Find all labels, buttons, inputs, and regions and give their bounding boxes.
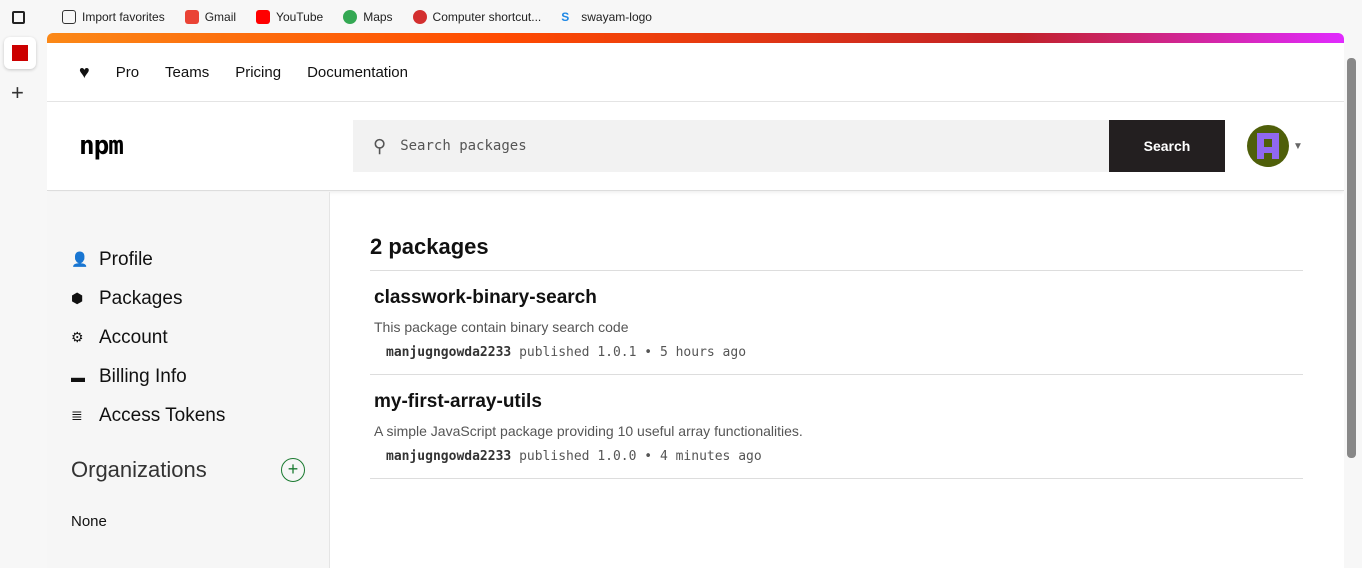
fav-youtube[interactable]: YouTube — [252, 9, 327, 24]
packages-icon: ⬢ — [71, 290, 84, 306]
sidebar-item-billing[interactable]: ▬ Billing Info — [71, 357, 329, 396]
organizations-header: Organizations + — [71, 457, 305, 483]
search-placeholder: Search packages — [400, 138, 527, 154]
coins-icon: ≣ — [71, 407, 83, 423]
fav-label: Gmail — [204, 9, 237, 24]
fav-label: Import favorites — [82, 9, 165, 24]
fav-gmail[interactable]: Gmail — [181, 9, 240, 24]
sidebar-toggle-icon[interactable] — [12, 11, 25, 24]
avatar[interactable] — [1247, 125, 1289, 167]
scrollbar[interactable] — [1347, 58, 1356, 458]
label: Access Tokens — [99, 404, 226, 426]
nav-pricing[interactable]: Pricing — [235, 64, 281, 81]
chevron-down-icon[interactable]: ▼ — [1293, 141, 1303, 152]
package-author[interactable]: manjugngowda2233 — [386, 345, 511, 360]
search-input[interactable]: ⚲ Search packages — [353, 120, 1109, 172]
package-published: published 1.0.1 • 5 hours ago — [519, 345, 747, 360]
nav-documentation[interactable]: Documentation — [307, 64, 408, 81]
list-item: classwork-binary-search This package con… — [370, 271, 1303, 375]
heart-icon[interactable]: ♥ — [79, 62, 90, 83]
search-button[interactable]: Search — [1109, 120, 1225, 172]
browser-sidebar: + — [0, 0, 46, 568]
list-item: my-first-array-utils A simple JavaScript… — [370, 375, 1303, 479]
user-icon: 👤 — [71, 251, 89, 267]
search-icon: ⚲ — [373, 135, 387, 157]
gear-icon: ⚙ — [71, 329, 84, 345]
fav-shortcuts[interactable]: Computer shortcut... — [409, 9, 546, 24]
sidebar-item-tokens[interactable]: ≣ Access Tokens — [71, 396, 329, 435]
package-list: 2 packages classwork-binary-search This … — [370, 192, 1303, 479]
top-nav: ♥ Pro Teams Pricing Documentation — [47, 43, 1344, 102]
label: Profile — [99, 248, 153, 270]
npm-page: ♥ Pro Teams Pricing Documentation npm ⚲ S… — [47, 33, 1344, 568]
label: Account — [99, 326, 168, 348]
nav-pro[interactable]: Pro — [116, 64, 139, 81]
package-published: published 1.0.0 • 4 minutes ago — [519, 449, 762, 464]
sidebar-item-profile[interactable]: 👤 Profile — [71, 240, 329, 279]
new-tab-icon[interactable]: + — [11, 80, 24, 106]
account-sidebar: 👤 Profile ⬢ Packages ⚙ Account ▬ Billing Inf… — [47, 192, 330, 568]
nav-teams[interactable]: Teams — [165, 64, 209, 81]
sidebar-item-account[interactable]: ⚙ Account — [71, 318, 329, 357]
package-name[interactable]: my-first-array-utils — [374, 391, 1299, 413]
label: Packages — [99, 287, 183, 309]
fav-label: Computer shortcut... — [432, 9, 542, 24]
fav-label: Maps — [363, 9, 393, 24]
organizations-title: Organizations — [71, 457, 207, 482]
package-name[interactable]: classwork-binary-search — [374, 287, 1299, 309]
package-description: This package contain binary search code — [374, 319, 629, 335]
organizations-value: None — [71, 513, 107, 530]
fav-label: YouTube — [276, 9, 324, 24]
package-description: A simple JavaScript package providing 10… — [374, 423, 803, 439]
fav-label: swayam-logo — [581, 9, 652, 24]
header: npm ⚲ Search packages Search ▼ — [47, 102, 1344, 191]
npm-tab[interactable] — [4, 37, 36, 69]
label: Billing Info — [99, 365, 187, 387]
fav-swayam[interactable]: Sswayam-logo — [557, 10, 656, 24]
npm-logo[interactable]: npm — [79, 131, 151, 161]
gradient-bar — [47, 33, 1344, 43]
credit-card-icon: ▬ — [71, 368, 85, 385]
add-organization-button[interactable]: + — [281, 458, 305, 482]
package-author[interactable]: manjugngowda2233 — [386, 449, 511, 464]
package-count: 2 packages — [370, 234, 1303, 271]
fav-import[interactable]: Import favorites — [58, 9, 169, 24]
fav-maps[interactable]: Maps — [339, 9, 396, 24]
sidebar-item-packages[interactable]: ⬢ Packages — [71, 279, 329, 318]
favorites-bar: Import favorites Gmail YouTube Maps Comp… — [46, 0, 1362, 33]
